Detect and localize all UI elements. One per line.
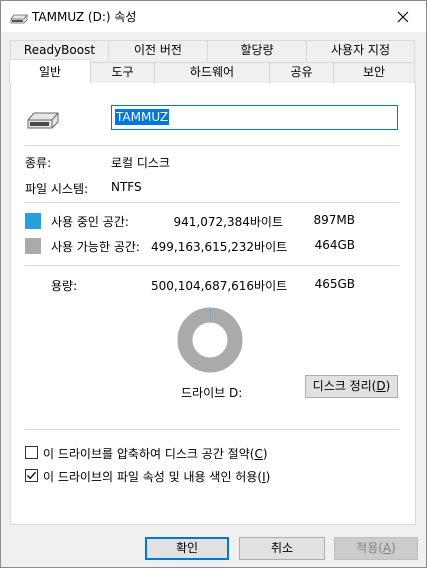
used-space-size: 897MB	[313, 213, 356, 227]
compress-text-end: )	[262, 447, 268, 461]
apply-label-end: )	[391, 541, 396, 555]
tab-previous-versions[interactable]: 이전 버전	[108, 40, 208, 61]
index-text: 이 드라이브의 파일 속성 및 내용 색인 허용(	[43, 470, 263, 484]
compress-accesskey: C	[254, 447, 263, 461]
tab-sharing[interactable]: 공유	[269, 62, 334, 83]
used-space-bytes: 941,072,384바이트	[173, 215, 283, 229]
tab-customize[interactable]: 사용자 지정	[306, 40, 415, 61]
type-label: 종류:	[25, 156, 52, 170]
drive-icon	[10, 14, 28, 24]
separator	[25, 202, 399, 203]
tab-security[interactable]: 보안	[333, 62, 415, 83]
compress-label: 이 드라이브를 압축하여 디스크 공간 절약(C)	[43, 445, 268, 462]
compress-text: 이 드라이브를 압축하여 디스크 공간 절약(	[43, 447, 255, 461]
free-space-bytes: 499,163,615,232바이트	[151, 240, 288, 254]
drive-letter-label: 드라이브 D:	[181, 386, 243, 400]
filesystem-label: 파일 시스템:	[25, 182, 89, 196]
free-space-label: 사용 가능한 공간:	[51, 240, 140, 254]
checkmark-icon	[27, 471, 36, 480]
close-icon	[397, 11, 409, 22]
index-checkbox[interactable]	[25, 469, 38, 482]
apply-label: 적용(	[356, 541, 383, 555]
capacity-bytes: 500,104,687,616바이트	[151, 279, 288, 293]
capacity-label: 용량:	[51, 279, 78, 293]
tab-readyboost[interactable]: ReadyBoost	[10, 40, 109, 61]
properties-dialog: TAMMUZ (D:) 속성 ReadyBoost 이전 버전 할당량 사용자 …	[0, 0, 427, 568]
close-button[interactable]	[380, 1, 426, 32]
type-value: 로컬 디스크	[111, 156, 171, 170]
general-panel: TAMMUZ 종류: 로컬 디스크 파일 시스템: NTFS 사용 중인 공간:…	[10, 82, 416, 525]
ok-button[interactable]: 확인	[145, 537, 229, 560]
filesystem-value: NTFS	[111, 180, 142, 194]
drive-name-value: TAMMUZ	[115, 109, 170, 125]
tab-row-front: 일반 도구 하드웨어 공유 보안	[1, 59, 427, 83]
tab-row-back: ReadyBoost 이전 버전 할당량 사용자 지정	[1, 40, 427, 61]
separator	[25, 145, 399, 146]
cancel-button[interactable]: 취소	[239, 537, 325, 560]
free-space-swatch	[25, 238, 41, 254]
drive-name-field[interactable]: TAMMUZ	[111, 105, 398, 130]
free-space-size: 464GB	[314, 238, 355, 252]
tab-hardware[interactable]: 하드웨어	[154, 62, 270, 83]
title-bar: TAMMUZ (D:) 속성	[1, 1, 426, 32]
apply-accesskey: A	[382, 541, 392, 555]
index-text-end: )	[265, 470, 271, 484]
disk-cleanup-button[interactable]: 디스크 정리(D)	[305, 375, 398, 398]
used-space-label: 사용 중인 공간:	[51, 215, 129, 229]
tab-general[interactable]: 일반	[9, 59, 91, 83]
disk-cleanup-label-end: )	[385, 379, 391, 393]
tab-tools[interactable]: 도구	[90, 62, 155, 83]
drive-icon	[27, 112, 59, 129]
window-title: TAMMUZ (D:) 속성	[32, 10, 137, 24]
index-label: 이 드라이브의 파일 속성 및 내용 색인 허용(I)	[43, 468, 270, 485]
disk-cleanup-accesskey: D	[376, 379, 386, 393]
used-space-swatch	[25, 213, 41, 229]
capacity-size: 465GB	[314, 277, 355, 291]
tab-quota[interactable]: 할당량	[207, 40, 307, 61]
disk-cleanup-label: 디스크 정리(	[312, 379, 377, 393]
separator	[25, 265, 399, 266]
separator	[25, 429, 399, 430]
usage-donut-chart	[177, 307, 243, 373]
apply-button[interactable]: 적용(A)	[334, 537, 418, 560]
compress-checkbox[interactable]	[25, 446, 38, 459]
